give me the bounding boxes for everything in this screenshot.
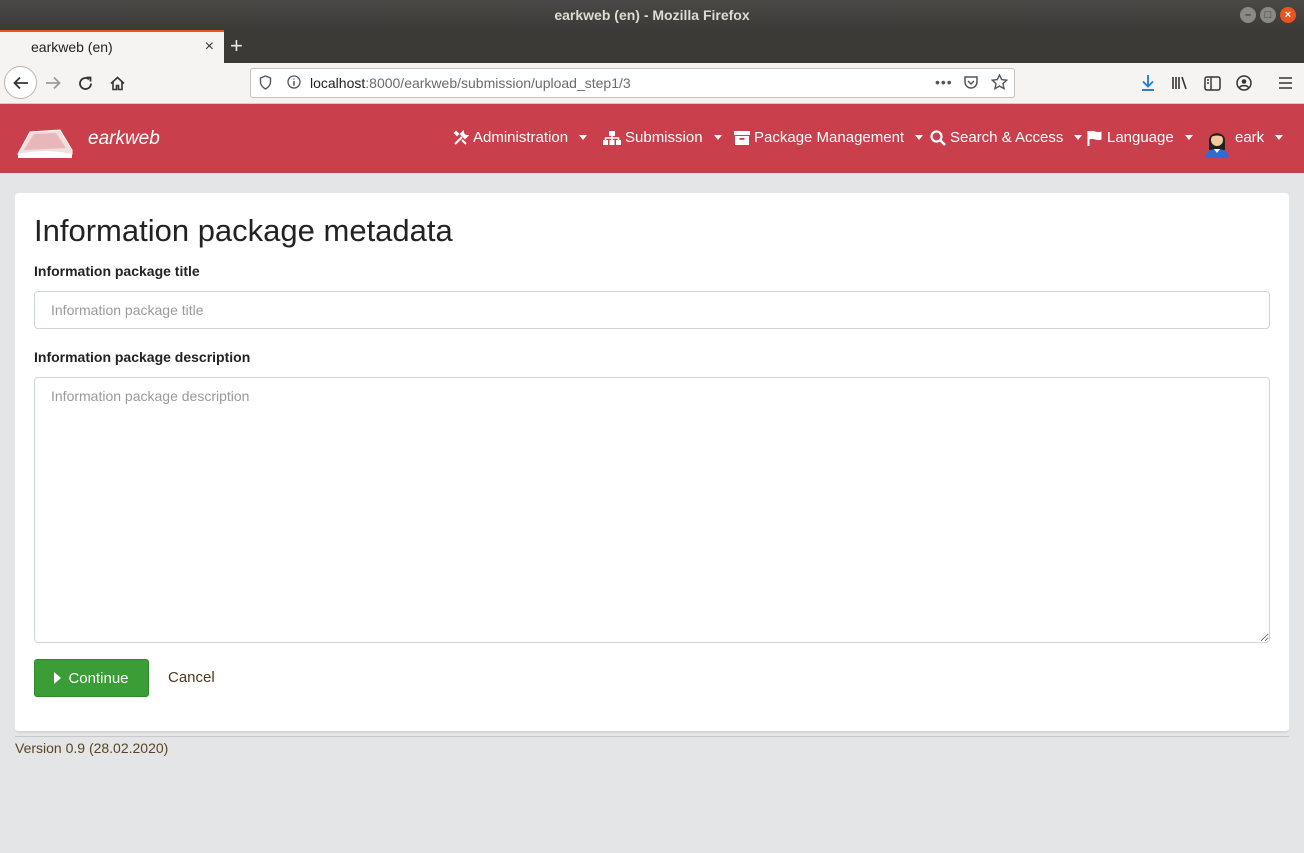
url-bar[interactable]: localhost:8000/earkweb/submission/upload…: [250, 68, 1015, 98]
close-icon[interactable]: ×: [1280, 7, 1296, 23]
app-navbar: earkweb Administration Submission Packag…: [0, 104, 1304, 173]
caret-down-icon: [1074, 135, 1083, 140]
menu-label: Language: [1107, 129, 1174, 146]
play-icon: [54, 672, 62, 684]
title-label: Information package title: [34, 263, 200, 279]
caret-down-icon: [579, 135, 588, 140]
earkweb-logo[interactable]: [16, 124, 76, 158]
url-path: :8000/earkweb/submission/upload_step1/3: [365, 75, 631, 91]
footer-divider: [15, 736, 1289, 737]
menu-button[interactable]: [1270, 68, 1300, 98]
browser-tab[interactable]: earkweb (en) ×: [0, 30, 224, 63]
account-button[interactable]: [1229, 68, 1259, 98]
forward-button[interactable]: [38, 68, 68, 98]
download-icon: [1142, 75, 1154, 91]
description-textarea[interactable]: [34, 377, 1270, 643]
user-name: eark: [1235, 129, 1265, 146]
window-title: earkweb (en) - Mozilla Firefox: [554, 7, 750, 23]
info-icon[interactable]: [287, 75, 301, 92]
shield-icon[interactable]: [259, 75, 272, 93]
menu-administration[interactable]: Administration: [453, 129, 588, 146]
home-button[interactable]: [102, 68, 132, 98]
menu-user[interactable]: eark: [1235, 129, 1284, 146]
menu-language[interactable]: Language: [1087, 129, 1193, 146]
brand-name[interactable]: earkweb: [88, 128, 160, 150]
tab-title: earkweb (en): [31, 39, 113, 55]
window-controls: – □ ×: [1240, 7, 1296, 23]
cancel-link[interactable]: Cancel: [168, 669, 215, 686]
window-titlebar: earkweb (en) - Mozilla Firefox – □ ×: [0, 0, 1304, 30]
downloads-button[interactable]: [1133, 68, 1163, 98]
tab-strip: earkweb (en) × +: [0, 30, 1304, 63]
bookmark-star-icon[interactable]: [990, 73, 1009, 93]
browser-toolbar: localhost:8000/earkweb/submission/upload…: [0, 63, 1304, 104]
tab-close-icon[interactable]: ×: [205, 38, 214, 56]
archive-icon: [734, 131, 750, 145]
page-title: Information package metadata: [34, 213, 453, 248]
url-host: localhost: [310, 75, 366, 91]
menu-label: Package Management: [754, 129, 905, 146]
caret-down-icon: [1184, 135, 1193, 140]
back-button[interactable]: [4, 66, 37, 99]
search-icon: [930, 129, 946, 146]
sitemap-icon: [603, 130, 621, 145]
caret-down-icon: [713, 135, 722, 140]
library-icon: [1172, 76, 1187, 90]
reload-icon: [78, 76, 92, 90]
arrow-left-icon: [12, 76, 28, 89]
library-button[interactable]: [1165, 68, 1195, 98]
account-icon: [1236, 75, 1252, 91]
maximize-icon[interactable]: □: [1260, 7, 1276, 23]
version-text: Version 0.9 (28.02.2020): [15, 740, 169, 756]
flag-icon: [1087, 130, 1102, 146]
metadata-card: Information package metadata Information…: [15, 193, 1289, 733]
wrench-icon: [453, 129, 469, 145]
menu-submission[interactable]: Submission: [603, 129, 722, 146]
sidebar-button[interactable]: [1197, 68, 1227, 98]
url-text[interactable]: localhost:8000/earkweb/submission/upload…: [310, 75, 631, 91]
pocket-icon[interactable]: [963, 74, 979, 93]
menu-search-access[interactable]: Search & Access: [930, 129, 1083, 146]
arrow-right-icon: [46, 76, 61, 90]
sidebar-icon: [1203, 75, 1221, 91]
menu-package-management[interactable]: Package Management: [734, 129, 924, 146]
menu-label: Administration: [473, 129, 569, 146]
new-tab-icon[interactable]: +: [230, 33, 243, 59]
menu-label: Submission: [625, 129, 703, 146]
continue-button[interactable]: Continue: [34, 659, 149, 697]
minimize-icon[interactable]: –: [1240, 7, 1256, 23]
title-input[interactable]: [34, 291, 1270, 329]
page-actions-icon[interactable]: •••: [935, 74, 953, 90]
caret-down-icon: [915, 135, 924, 140]
home-icon: [109, 75, 125, 90]
caret-down-icon: [1275, 135, 1284, 140]
user-avatar[interactable]: [1201, 126, 1233, 158]
reload-button[interactable]: [70, 68, 100, 98]
continue-label: Continue: [68, 669, 129, 687]
description-label: Information package description: [34, 349, 251, 365]
hamburger-icon: [1278, 77, 1292, 89]
menu-label: Search & Access: [950, 129, 1064, 146]
